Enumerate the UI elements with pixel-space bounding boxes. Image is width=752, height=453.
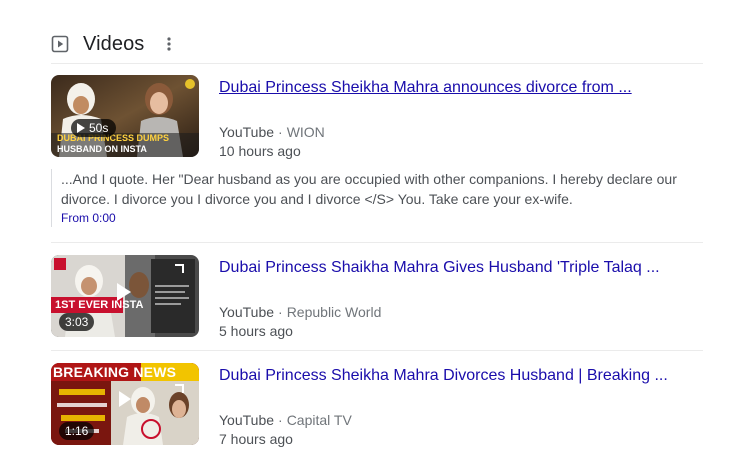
thumbnail-caption: HUSBAND ON INSTA <box>57 144 147 154</box>
video-source: YouTube <box>219 412 275 428</box>
videos-section-header: Videos <box>51 28 176 60</box>
video-meta: YouTube · WION <box>219 123 325 142</box>
video-channel: WION <box>286 124 325 140</box>
play-icon <box>117 283 131 301</box>
snippet-text: ...And I quote. Her "Dear husband as you… <box>61 171 677 207</box>
video-age: 7 hours ago <box>219 431 293 447</box>
video-source: YouTube <box>219 124 275 140</box>
video-channel: Republic World <box>286 304 382 320</box>
duration-badge: 3:03 <box>59 313 95 331</box>
video-title-link[interactable]: Dubai Princess Shaikha Mahra Gives Husba… <box>219 259 660 277</box>
thumbnail-caption: BREAKING NEWS <box>53 364 177 380</box>
video-age: 10 hours ago <box>219 143 301 159</box>
more-vert-icon[interactable] <box>162 35 176 53</box>
video-title-link[interactable]: Dubai Princess Sheikha Mahra announces d… <box>219 79 632 97</box>
duration-badge: 50s <box>71 119 117 137</box>
play-icon <box>119 391 131 407</box>
divider <box>51 242 703 243</box>
video-thumbnail[interactable]: BREAKING NEWS 1:16 <box>51 363 199 445</box>
duration-text: 1:16 <box>65 424 89 438</box>
video-meta: YouTube · Republic World <box>219 303 381 322</box>
timestamp-link[interactable]: From 0:00 <box>61 211 116 225</box>
divider <box>51 63 703 64</box>
video-channel: Capital TV <box>286 412 352 428</box>
separator: · <box>278 412 283 428</box>
video-title-link[interactable]: Dubai Princess Sheikha Mahra Divorces Hu… <box>219 367 668 385</box>
video-source: YouTube <box>219 304 275 320</box>
duration-badge: 1:16 <box>59 422 95 440</box>
section-title: Videos <box>83 32 145 55</box>
separator: · <box>278 124 283 140</box>
video-thumbnail[interactable]: 1ST EVER INSTA 3:03 <box>51 255 199 337</box>
play-box-icon <box>51 35 69 53</box>
duration-text: 3:03 <box>65 315 89 329</box>
video-age: 5 hours ago <box>219 323 293 339</box>
separator: · <box>278 304 283 320</box>
duration-text: 50s <box>89 121 109 135</box>
video-meta: YouTube · Capital TV <box>219 411 352 430</box>
play-icon <box>77 123 85 133</box>
divider <box>51 350 703 351</box>
video-snippet: ...And I quote. Her "Dear husband as you… <box>51 169 703 227</box>
video-thumbnail[interactable]: DUBAI PRINCESS DUMPS HUSBAND ON INSTA 50… <box>51 75 199 157</box>
